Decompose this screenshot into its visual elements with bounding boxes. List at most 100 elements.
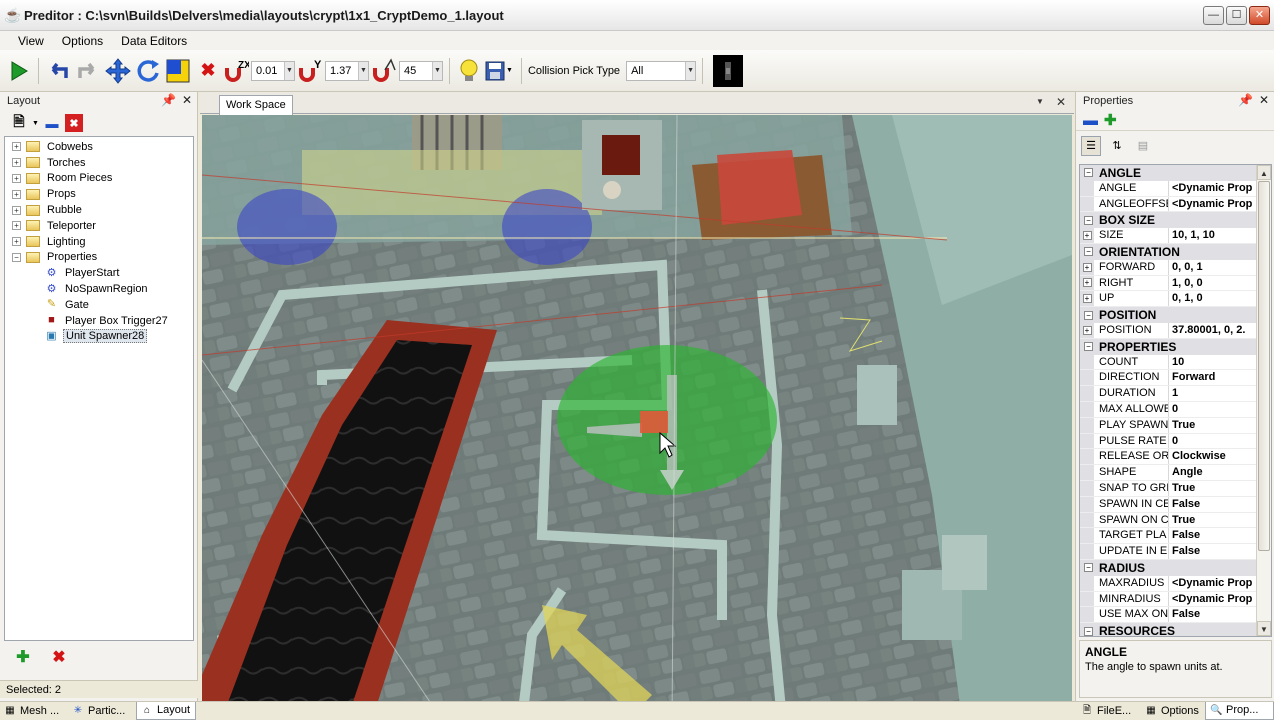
property-value[interactable]: Clockwise (1169, 449, 1257, 464)
property-row[interactable]: MINRADIUS <Dynamic Prop (1080, 591, 1257, 608)
add-icon[interactable]: ✚ (12, 646, 34, 668)
property-value[interactable]: False (1169, 528, 1257, 543)
property-value[interactable]: 1 (1169, 386, 1257, 401)
tree-item[interactable]: ■ Player Box Trigger27 (5, 313, 193, 329)
property-category[interactable]: − PROPERTIES (1080, 338, 1257, 355)
property-row[interactable]: + SIZE 10, 1, 10 (1080, 228, 1257, 244)
minimize-button[interactable]: — (1203, 6, 1224, 25)
property-row[interactable]: + UP 0, 1, 0 (1080, 291, 1257, 308)
property-value[interactable]: <Dynamic Prop (1169, 576, 1257, 591)
3d-viewport[interactable] (202, 115, 1072, 720)
expand-icon[interactable]: + (12, 189, 21, 199)
property-row[interactable]: ANGLEOFFSE <Dynamic Prop (1080, 196, 1257, 213)
tab-file-explorer[interactable]: 🗎 FileE... (1077, 702, 1137, 720)
maximize-button[interactable]: ☐ (1226, 6, 1247, 25)
property-row[interactable]: + FORWARD 0, 0, 1 (1080, 259, 1257, 276)
collapse-icon[interactable]: − (1084, 247, 1093, 257)
tree-folder[interactable]: + Rubble (5, 202, 193, 218)
snap-zx-field[interactable]: 0.01 ▼ (251, 60, 295, 81)
layout-tree[interactable]: + Cobwebs + Torches + Room Pieces + Props + Rubbl… (4, 136, 194, 641)
no-spawn-region-right[interactable] (502, 189, 592, 265)
tab-work-space[interactable]: Work Space (219, 95, 293, 115)
chevron-down-icon[interactable]: ▼ (685, 61, 696, 80)
chevron-down-icon[interactable]: ▼ (284, 61, 294, 80)
categorized-icon[interactable]: ☰ (1081, 135, 1101, 156)
collapse-icon[interactable]: − (1084, 563, 1093, 573)
property-category[interactable]: − BOX SIZE (1080, 212, 1257, 229)
property-row[interactable]: SPAWN IN CE False (1080, 496, 1257, 513)
play-icon[interactable] (4, 56, 34, 86)
collision-pick-select[interactable]: All ▼ (626, 60, 697, 81)
property-row[interactable]: SNAP TO GRI True (1080, 480, 1257, 497)
tab-particles[interactable]: ✳ Partic... (68, 702, 134, 720)
remove-icon[interactable]: ✖ (64, 114, 83, 132)
tree-folder[interactable]: + Cobwebs (5, 139, 193, 155)
workspace-close-icon[interactable]: ✕ (1056, 95, 1066, 109)
collapse-icon[interactable]: − (1084, 215, 1093, 225)
snap-angle-icon[interactable] (371, 56, 397, 86)
property-category[interactable]: − ORIENTATION (1080, 243, 1257, 260)
camera-mode-icon[interactable] (713, 54, 744, 87)
property-category[interactable]: − POSITION (1080, 307, 1257, 323)
close-icon[interactable]: ✕ (182, 93, 192, 107)
property-row[interactable]: COUNT 10 (1080, 354, 1257, 371)
property-value[interactable]: 10, 1, 10 (1169, 228, 1257, 243)
snap-y-field[interactable]: 1.37 ▼ (325, 60, 369, 81)
property-value[interactable]: <Dynamic Prop (1169, 197, 1257, 212)
menu-options[interactable]: Options (53, 34, 112, 48)
menu-view[interactable]: View (0, 34, 53, 48)
property-row[interactable]: DURATION 1 (1080, 386, 1257, 402)
tree-folder[interactable]: − Properties (5, 250, 193, 266)
rotate-icon[interactable] (133, 56, 163, 86)
property-category[interactable]: − ANGLE (1080, 165, 1257, 181)
expand-icon[interactable]: + (12, 158, 21, 168)
new-item-chevron-icon[interactable]: ▼ (32, 120, 39, 127)
snap-y-icon[interactable]: Y (297, 56, 323, 86)
tree-folder[interactable]: + Torches (5, 155, 193, 171)
expand-icon[interactable]: + (12, 173, 21, 183)
property-value[interactable]: 0 (1169, 434, 1257, 449)
alphabetical-icon[interactable]: ⇅ (1107, 136, 1127, 156)
tab-mesh[interactable]: ▦ Mesh ... (0, 702, 66, 720)
property-row[interactable]: USE MAX ON False (1080, 607, 1257, 624)
pin-icon[interactable]: 📌 (161, 93, 176, 107)
lightbulb-icon[interactable] (454, 56, 484, 86)
property-row[interactable]: RELEASE OR Clockwise (1080, 449, 1257, 466)
tree-item[interactable]: ⚙ PlayerStart (5, 265, 193, 281)
property-category[interactable]: − RADIUS (1080, 559, 1257, 576)
remove-property-icon[interactable]: ▬ (1083, 112, 1098, 129)
tab-options[interactable]: ▦ Options (1141, 702, 1203, 720)
property-value[interactable]: 0 (1169, 402, 1257, 417)
save-chevron-icon[interactable]: ▼ (506, 67, 513, 74)
property-row[interactable]: + POSITION 37.80001, 0, 2. (1080, 322, 1257, 339)
scroll-down-icon[interactable]: ▼ (1257, 621, 1271, 636)
property-row[interactable]: PLAY SPAWN True (1080, 417, 1257, 434)
property-value[interactable]: False (1169, 544, 1257, 559)
save-icon[interactable] (484, 56, 506, 86)
tree-folder[interactable]: + Props (5, 186, 193, 202)
property-value[interactable]: False (1169, 497, 1257, 512)
expand-icon[interactable]: + (1082, 278, 1092, 288)
property-row[interactable]: SHAPE Angle (1080, 465, 1257, 481)
property-value[interactable]: <Dynamic Prop (1169, 592, 1257, 607)
collapse-icon[interactable]: − (1084, 310, 1093, 320)
property-value[interactable]: True (1169, 481, 1257, 496)
add-property-icon[interactable]: ✚ (1104, 111, 1117, 129)
move-icon[interactable] (103, 56, 133, 86)
property-value[interactable]: True (1169, 418, 1257, 433)
expand-icon[interactable]: + (1082, 231, 1092, 241)
scroll-thumb[interactable] (1258, 181, 1270, 551)
expand-icon[interactable]: + (12, 221, 21, 231)
property-value[interactable]: 37.80001, 0, 2. (1169, 323, 1257, 338)
snap-angle-field[interactable]: 45 ▼ (399, 60, 443, 81)
expand-icon[interactable]: + (12, 237, 21, 247)
tab-layout[interactable]: ⌂ Layout (136, 702, 196, 720)
workspace-menu-icon[interactable]: ▼ (1036, 95, 1044, 109)
tree-folder[interactable]: + Room Pieces (5, 171, 193, 187)
property-pages-icon[interactable]: ▤ (1133, 136, 1153, 156)
scale-icon[interactable] (163, 56, 193, 86)
property-row[interactable]: DIRECTION Forward (1080, 370, 1257, 387)
tree-folder[interactable]: + Teleporter (5, 218, 193, 234)
collapse-icon[interactable]: − (1084, 168, 1093, 178)
new-item-icon[interactable]: 🗎 (10, 113, 28, 132)
